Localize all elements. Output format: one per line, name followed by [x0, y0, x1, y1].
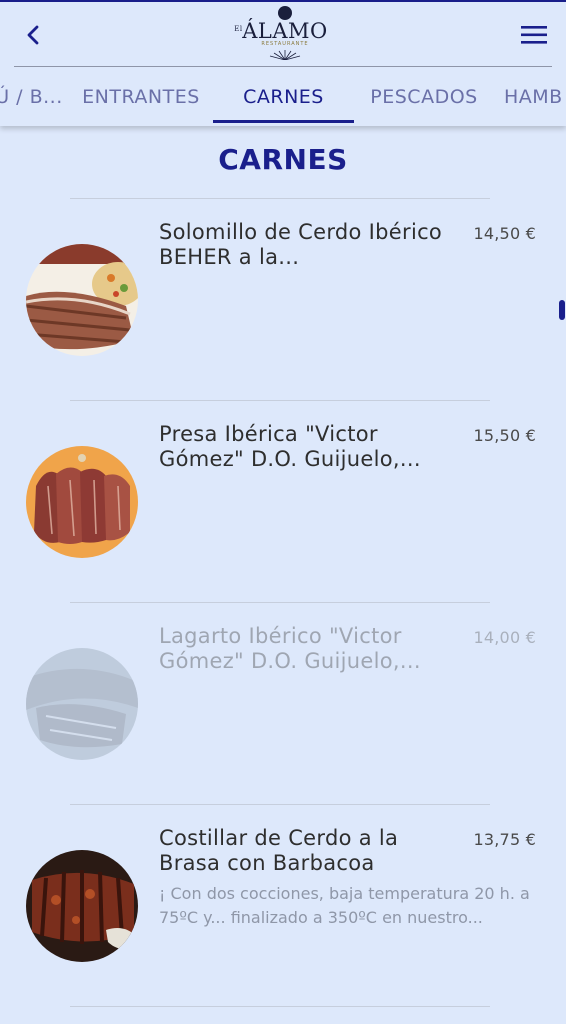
- logo-crest-icon: [278, 6, 292, 20]
- food-image: [26, 850, 138, 962]
- menu-item[interactable]: Presa Ibérica "Victor Gómez" D.O. Guijue…: [0, 400, 566, 600]
- tab-pescados[interactable]: PESCADOS: [356, 68, 492, 126]
- menu-item[interactable]: Solomillo de Cerdo Ibérico BEHER a la...…: [0, 198, 566, 398]
- scrollbar-thumb[interactable]: [559, 300, 565, 320]
- menu-button[interactable]: [516, 20, 552, 50]
- item-name: Solomillo de Cerdo Ibérico BEHER a la...: [159, 220, 443, 269]
- item-name: Lagarto Ibérico "Victor Gómez" D.O. Guij…: [159, 624, 421, 673]
- food-image: [26, 648, 138, 760]
- item-photo-lagarto: [26, 648, 138, 760]
- back-button[interactable]: [18, 20, 48, 50]
- item-price: 14,50 €: [473, 224, 536, 243]
- item-photo-presa: [26, 446, 138, 558]
- tab-entrantes[interactable]: ENTRANTES: [70, 68, 212, 126]
- tab-carnes[interactable]: CARNES: [213, 68, 354, 126]
- food-image: [26, 446, 138, 558]
- logo-sunburst-icon: [269, 50, 301, 60]
- item-price: 14,00 €: [473, 628, 536, 647]
- active-tab-indicator: [213, 120, 354, 123]
- item-divider: [70, 1006, 490, 1007]
- item-name: Presa Ibérica "Victor Gómez" D.O. Guijue…: [159, 422, 421, 471]
- hamburger-menu-icon: [521, 26, 547, 44]
- logo-prefix: El: [234, 25, 243, 33]
- category-tabs: Ú / B... ENTRANTES CARNES PESCADOS HAMB: [0, 68, 566, 126]
- app-header: El ÁLAMO RESTAURANTE Ú / B... ENTRANTES …: [0, 2, 566, 126]
- logo-name: El ÁLAMO: [234, 19, 328, 43]
- section-title: CARNES: [218, 143, 348, 176]
- item-description: ¡ Con dos cocciones, baja temperatura 20…: [159, 884, 530, 927]
- logo-text: ÁLAMO: [242, 19, 328, 43]
- item-price: 15,50 €: [473, 426, 536, 445]
- tab-hamburguesas[interactable]: HAMB: [496, 68, 566, 126]
- item-name: Costillar de Cerdo a la Brasa con Barbac…: [159, 826, 399, 875]
- menu-item-unavailable[interactable]: Lagarto Ibérico "Victor Gómez" D.O. Guij…: [0, 602, 566, 802]
- food-image: [26, 244, 138, 356]
- item-price: 13,75 €: [473, 830, 536, 849]
- chevron-left-icon: [27, 25, 39, 45]
- restaurant-logo: El ÁLAMO RESTAURANTE: [234, 6, 330, 64]
- item-photo-solomillo: [26, 244, 138, 356]
- header-divider: [14, 66, 552, 67]
- item-photo-costillar: [26, 850, 138, 962]
- menu-item[interactable]: Costillar de Cerdo a la Brasa con Barbac…: [0, 804, 566, 1004]
- tab-menu-bebidas[interactable]: Ú / B...: [0, 68, 64, 126]
